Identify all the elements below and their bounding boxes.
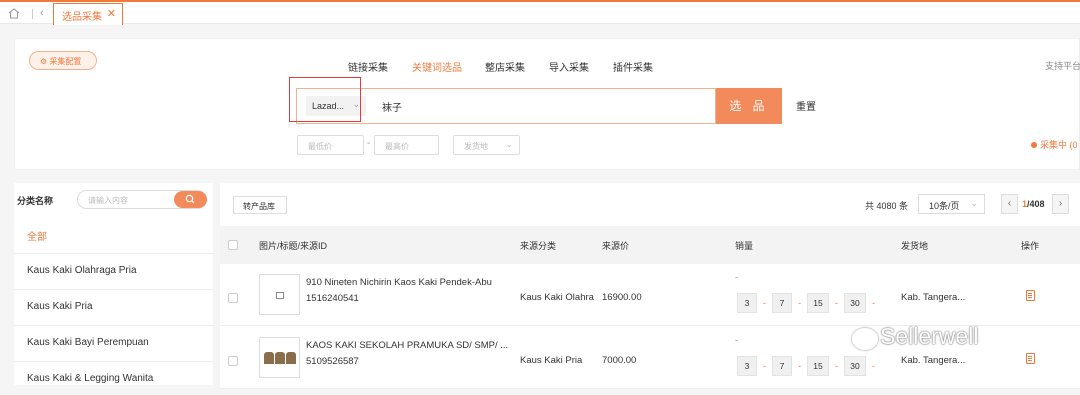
category-item[interactable]: Kaus Kaki Olahraga Pria — [14, 253, 213, 287]
category-search-button[interactable] — [174, 191, 207, 208]
source-category: Kaus Kaki Olahra — [520, 292, 594, 303]
sales-separator: - — [763, 298, 766, 308]
column-header: 发货地 — [901, 241, 929, 251]
select-all-checkbox[interactable] — [228, 240, 238, 250]
tab-store-collect[interactable]: 整店采集 — [485, 59, 525, 74]
product-title[interactable]: 910 Nineten Nichirin Kaos Kaki Pendek-Ab… — [306, 277, 492, 288]
source-price: 7000.00 — [602, 355, 637, 366]
column-header: 来源分类 — [520, 241, 557, 251]
tab-import-collect[interactable]: 导入采集 — [549, 59, 589, 74]
category-sidebar: 分类名称 请输入内容 全部 Kaus Kaki Olahraga Pria Ka… — [14, 183, 213, 385]
collect-config-button[interactable]: ⚙ 采集配置 — [29, 51, 97, 70]
tab-plugin-collect[interactable]: 插件采集 — [613, 59, 653, 74]
category-item[interactable]: Kaus Kaki Pria — [14, 289, 213, 323]
sales-separator: - — [835, 361, 838, 371]
category-item[interactable]: Kaus Kaki & Legging Wanita — [14, 361, 213, 395]
next-page-button[interactable]: › — [1052, 194, 1069, 214]
sales-separator: - — [872, 298, 875, 308]
collect-action-icon[interactable] — [1026, 353, 1035, 364]
collect-status[interactable]: 采集中 (0 — [1031, 138, 1078, 151]
sales-7d: 7 — [772, 356, 792, 376]
chevron-down-icon: ⌄ — [505, 139, 513, 149]
row-checkbox[interactable] — [228, 356, 238, 366]
source-category: Kaus Kaki Pria — [520, 355, 583, 366]
sales-separator: - — [763, 361, 766, 371]
sales-separator: - — [835, 298, 838, 308]
row-checkbox[interactable] — [228, 293, 238, 303]
column-header: 图片/标题/来源ID — [259, 241, 328, 251]
table-header: 图片/标题/来源ID 来源分类 来源价 销量 发货地 操作 — [220, 226, 1080, 264]
search-icon — [185, 194, 195, 204]
origin-location: Kab. Tangera... — [901, 292, 966, 303]
tab-keyword-select[interactable]: 关键词选品 — [412, 59, 462, 74]
origin-placeholder: 发货地 — [464, 142, 488, 151]
source-id: 5109526587 — [306, 356, 359, 367]
close-icon[interactable]: ✕ — [107, 7, 116, 20]
total-pages: /408 — [1027, 199, 1045, 209]
page-size-select[interactable]: 10条/页 ⌄ — [918, 194, 985, 214]
image-icon — [276, 292, 284, 299]
keyword-input[interactable]: 袜子 — [382, 99, 402, 114]
sales-breakdown: 3- 7- 15- 30- — [737, 292, 881, 314]
select-products-button[interactable]: 选 品 — [716, 88, 782, 124]
chevron-down-icon: ⌄ — [970, 198, 978, 208]
sales-breakdown: 3- 7- 15- 30- — [737, 355, 881, 377]
sales-3d: 3 — [737, 293, 757, 313]
column-header: 来源价 — [602, 241, 630, 251]
tab-product-collect[interactable]: 选品采集 ✕ — [53, 3, 123, 25]
product-title[interactable]: KAOS KAKI SEKOLAH PRAMUKA SD/ SMP/ ... — [306, 340, 508, 351]
category-title: 分类名称 — [17, 196, 54, 206]
page-indicator: 1/408 — [1022, 199, 1045, 209]
prev-page-button[interactable]: ‹ — [1001, 194, 1018, 214]
sales-separator: - — [872, 361, 875, 371]
column-header: 销量 — [735, 241, 754, 251]
collect-action-icon[interactable] — [1026, 290, 1035, 301]
page-size-value: 10条/页 — [929, 201, 960, 211]
sales-15d: 15 — [807, 293, 829, 313]
category-item[interactable]: Kaus Kaki Bayi Perempuan — [14, 325, 213, 359]
max-price-input[interactable]: 最高价 — [374, 135, 439, 155]
sales-total: - — [735, 272, 738, 282]
sales-30d: 30 — [844, 356, 866, 376]
product-photo — [264, 352, 296, 364]
to-library-button[interactable]: 转产品库 — [233, 196, 287, 214]
status-dot-icon — [1031, 142, 1037, 148]
sales-7d: 7 — [772, 293, 792, 313]
total-count: 共 4080 条 — [865, 201, 909, 211]
chevron-left-icon[interactable]: ‹ — [40, 7, 44, 19]
price-range-dash: - — [367, 138, 371, 149]
divider — [32, 9, 33, 19]
support-platform-text: 支持平台 — [1045, 61, 1080, 71]
origin-select[interactable]: 发货地 ⌄ — [453, 135, 520, 155]
collect-status-text: 采集中 (0 — [1040, 140, 1078, 150]
top-tab-bar: ‹ 选品采集 ✕ — [0, 0, 1080, 25]
highlight-box — [289, 77, 361, 122]
min-price-input[interactable]: 最低价 — [297, 135, 364, 155]
sales-separator: - — [798, 361, 801, 371]
sales-30d: 30 — [844, 293, 866, 313]
product-image[interactable] — [259, 274, 300, 315]
sales-3d: 3 — [737, 356, 757, 376]
sales-total: - — [735, 335, 738, 345]
tab-label: 选品采集 — [62, 12, 102, 23]
sales-separator: - — [798, 298, 801, 308]
category-all[interactable]: 全部 — [27, 228, 47, 243]
product-image[interactable] — [259, 337, 300, 378]
collect-panel: ⚙ 采集配置 链接采集 关键词选品 整店采集 导入采集 插件采集 支持平台 La… — [14, 38, 1080, 170]
reset-button[interactable]: 重置 — [796, 98, 816, 113]
table-row: 910 Nineten Nichirin Kaos Kaki Pendek-Ab… — [220, 264, 1080, 326]
watermark: Sellerwell — [880, 323, 979, 349]
wechat-icon — [852, 328, 878, 350]
source-id: 1516240541 — [306, 293, 359, 304]
sales-15d: 15 — [807, 356, 829, 376]
source-price: 16900.00 — [602, 292, 642, 303]
column-header: 操作 — [1021, 241, 1040, 251]
home-icon[interactable] — [8, 8, 20, 19]
tab-link-collect[interactable]: 链接采集 — [348, 59, 388, 74]
